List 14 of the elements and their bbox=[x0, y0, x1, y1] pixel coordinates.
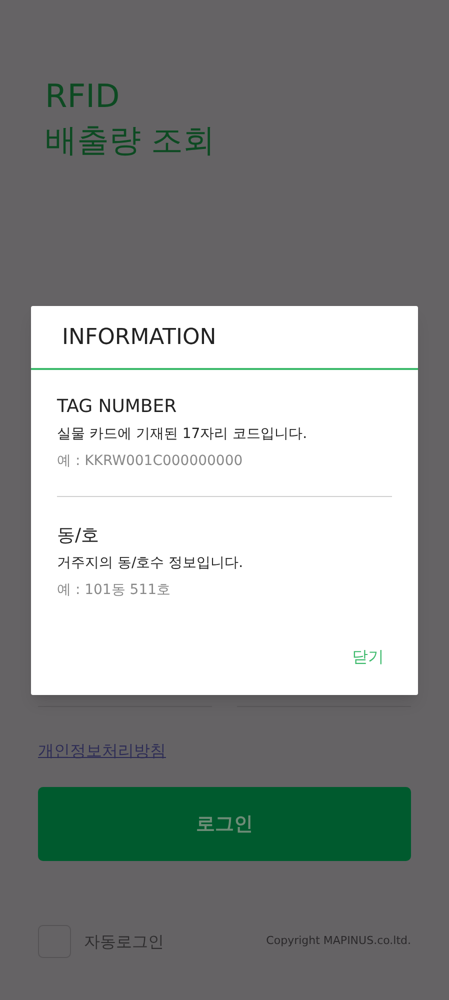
auto-login-label: 자동로그인 bbox=[84, 930, 164, 952]
section-heading: 동/호 bbox=[57, 524, 100, 548]
privacy-policy-link[interactable]: 개인정보처리방침 bbox=[38, 739, 166, 763]
login-button[interactable]: 로그인 bbox=[38, 787, 411, 861]
section-description: 거주지의 동/호수 정보입니다. bbox=[57, 554, 244, 573]
section-example: 예 : 101동 511호 bbox=[57, 581, 172, 600]
section-example: 예 : KKRW001C000000000 bbox=[57, 452, 244, 471]
dialog-title: INFORMATION bbox=[62, 324, 216, 352]
section-heading: TAG NUMBER bbox=[57, 395, 178, 419]
close-button[interactable]: 닫기 bbox=[352, 645, 384, 669]
section-description: 실물 카드에 기재된 17자리 코드입니다. bbox=[57, 425, 308, 444]
copyright-text: Copyright MAPINUS.co.ltd. bbox=[266, 933, 411, 950]
app-title: RFID bbox=[45, 76, 121, 117]
app-title: 배출량 조회 bbox=[45, 120, 216, 161]
